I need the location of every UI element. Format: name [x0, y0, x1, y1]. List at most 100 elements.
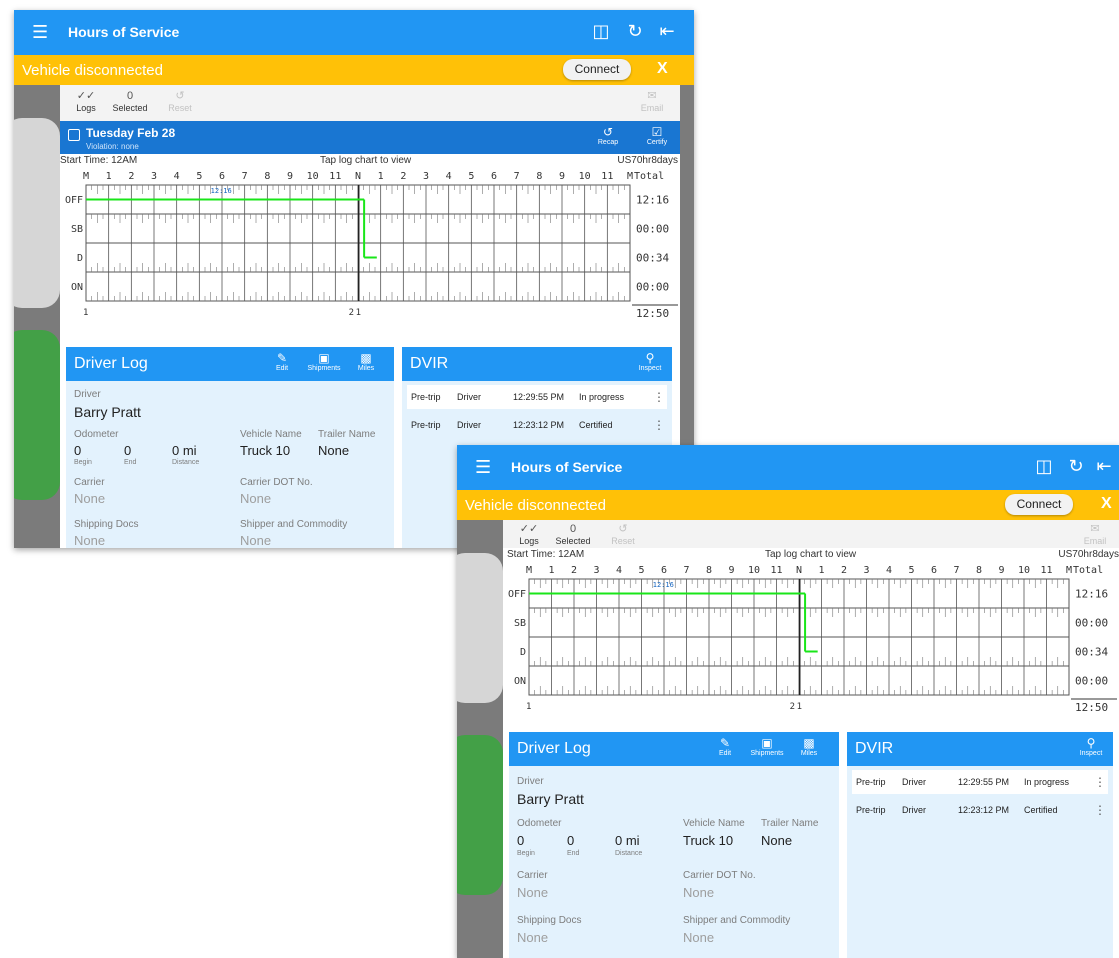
more-vertical-icon[interactable]: ⋮ [653, 390, 665, 404]
logs-icon: ✓✓ [76, 90, 96, 102]
refresh-icon[interactable]: ↻ [1065, 455, 1087, 477]
dvir-title: DVIR [410, 355, 449, 372]
status-total: 00:34 [636, 252, 669, 265]
app-bar: ☰ Hours of Service ◫ ↻ ⇤ [14, 10, 694, 55]
close-banner-button[interactable]: X [657, 60, 668, 78]
odometer-end: 0 [567, 833, 575, 848]
hour-label: 1 [106, 171, 112, 182]
email-button[interactable]: ✉ Email [632, 89, 672, 113]
shipper-commodity-label: Shipper and Commodity [240, 519, 348, 530]
log-graph-svg[interactable]: M 1 2 3 4 5 6 7 8 9 10 11 N 1 2 3 4 5 6 7 8 9 10 11 M TotalOFFSBD… [60, 167, 680, 337]
driver-log-header: Driver Log ✎ Edit ▣ Shipments ▩ Miles [66, 347, 394, 381]
inspect-button[interactable]: ⚲ Inspect [1071, 736, 1111, 757]
hamburger-menu-icon[interactable]: ☰ [475, 457, 491, 477]
hour-label: 1 [548, 565, 554, 576]
hour-label: 8 [536, 171, 542, 182]
selected-label: Selected [555, 536, 591, 546]
shipper-commodity-label: Shipper and Commodity [683, 915, 791, 926]
miles-button[interactable]: ▩ Miles [346, 351, 386, 372]
carrier-dot-label: Carrier DOT No. [240, 477, 313, 488]
log-graph-svg[interactable]: M 1 2 3 4 5 6 7 8 9 10 11 N 1 2 3 4 5 6 7 8 9 10 11 M TotalOFFSBD… [503, 561, 1119, 731]
carrier-dot-value: None [240, 491, 272, 506]
edit-button[interactable]: ✎ Edit [262, 351, 302, 372]
background-card [457, 735, 503, 895]
email-button[interactable]: ✉ Email [1075, 522, 1115, 546]
hour-label: 4 [616, 565, 622, 576]
selected-counter: 0 Selected [110, 89, 150, 113]
driver-log-header: Driver Log ✎ Edit ▣ Shipments ▩ Miles [509, 732, 839, 766]
dvir-row[interactable]: Pre-trip Driver 12:29:55 PM In progress … [407, 385, 667, 409]
more-vertical-icon[interactable]: ⋮ [653, 418, 665, 432]
shipments-button[interactable]: ▣ Shipments [304, 351, 344, 372]
reset-button[interactable]: ↺ Reset [603, 522, 643, 546]
dvir-time: 12:23:12 PM [958, 805, 1010, 815]
logs-label: Logs [519, 536, 539, 546]
recap-button[interactable]: ↺ Recap [591, 125, 625, 146]
carrier-value: None [517, 885, 549, 900]
status-label: SB [71, 224, 83, 235]
odometer-label: Odometer [74, 429, 119, 440]
more-vertical-icon[interactable]: ⋮ [1094, 775, 1106, 789]
shipments-button[interactable]: ▣ Shipments [747, 736, 787, 757]
miles-label: Miles [357, 365, 375, 372]
disconnect-message: Vehicle disconnected [465, 497, 606, 514]
certify-button[interactable]: ☑ Certify [640, 125, 674, 146]
hour-label: 4 [446, 171, 452, 182]
logout-icon[interactable]: ⇤ [1093, 455, 1115, 477]
device-disconnect-icon[interactable]: ◫ [590, 20, 612, 42]
dvir-row[interactable]: Pre-trip Driver 12:29:55 PM In progress … [852, 770, 1108, 794]
dvir-type: Pre-trip [411, 420, 441, 430]
connect-button[interactable]: Connect [563, 59, 631, 80]
logs-button[interactable]: ✓✓ Logs [509, 522, 549, 546]
status-total: 12:16 [636, 194, 669, 207]
status-total: 12:16 [1075, 588, 1108, 601]
dvir-type: Pre-trip [411, 392, 441, 402]
log-graph[interactable]: M 1 2 3 4 5 6 7 8 9 10 11 N 1 2 3 4 5 6 7 8 9 10 11 M Total OFF SB D… [60, 167, 680, 342]
end-label: End [124, 459, 137, 466]
dvir-row[interactable]: Pre-trip Driver 12:23:12 PM Certified ⋮ [407, 413, 667, 437]
dvir-status: In progress [1024, 777, 1070, 787]
hamburger-menu-icon[interactable]: ☰ [32, 22, 48, 42]
cycle-rule: US70hr8days [617, 155, 678, 166]
connect-button[interactable]: Connect [1005, 494, 1073, 515]
device-disconnect-icon[interactable]: ◫ [1033, 455, 1055, 477]
marker-time-label: 12:16 [653, 581, 674, 589]
day-checkbox[interactable] [68, 129, 80, 141]
pencil-icon: ✎ [276, 351, 288, 365]
hour-label: 2 [400, 171, 406, 182]
hour-label: N [355, 171, 361, 182]
begin-label: Begin [74, 459, 92, 466]
certify-label: Certify [646, 139, 668, 146]
tap-hint[interactable]: Tap log chart to view [320, 155, 411, 166]
begin-label: Begin [517, 850, 535, 857]
miles-button[interactable]: ▩ Miles [789, 736, 829, 757]
inspect-button[interactable]: ⚲ Inspect [630, 351, 670, 372]
edit-button[interactable]: ✎ Edit [705, 736, 745, 757]
status-total: 00:00 [636, 281, 669, 294]
odometer-begin: 0 [74, 443, 82, 458]
distance-value: 0 mi [615, 833, 640, 848]
tap-hint[interactable]: Tap log chart to view [765, 549, 856, 560]
day-date: Tuesday Feb 28 [86, 126, 176, 140]
log-panel: ✓✓ Logs 0 Selected ↺ Reset ✉ Email Start… [503, 520, 1119, 958]
hour-label: 6 [661, 565, 667, 576]
close-banner-button[interactable]: X [1101, 495, 1112, 513]
logout-icon[interactable]: ⇤ [656, 20, 678, 42]
hour-label: 7 [683, 565, 689, 576]
driver-log-title: Driver Log [517, 740, 591, 757]
dvir-type: Pre-trip [856, 777, 886, 787]
logs-button[interactable]: ✓✓ Logs [66, 89, 106, 113]
hour-label: 11 [1040, 565, 1052, 576]
app-title: Hours of Service [511, 459, 623, 475]
status-total: 00:00 [636, 223, 669, 236]
driver-log-title: Driver Log [74, 355, 148, 372]
more-vertical-icon[interactable]: ⋮ [1094, 803, 1106, 817]
driver-name: Barry Pratt [74, 404, 141, 420]
dvir-row[interactable]: Pre-trip Driver 12:23:12 PM Certified ⋮ [852, 798, 1108, 822]
hour-label: 9 [998, 565, 1004, 576]
reset-button[interactable]: ↺ Reset [160, 89, 200, 113]
hour-label: 6 [219, 171, 225, 182]
refresh-icon[interactable]: ↻ [624, 20, 646, 42]
log-graph[interactable]: M 1 2 3 4 5 6 7 8 9 10 11 N 1 2 3 4 5 6 7 8 9 10 11 M Total OFF SB D… [503, 561, 1119, 736]
graph-info: Start Time: 12AM Tap log chart to view U… [60, 155, 680, 167]
